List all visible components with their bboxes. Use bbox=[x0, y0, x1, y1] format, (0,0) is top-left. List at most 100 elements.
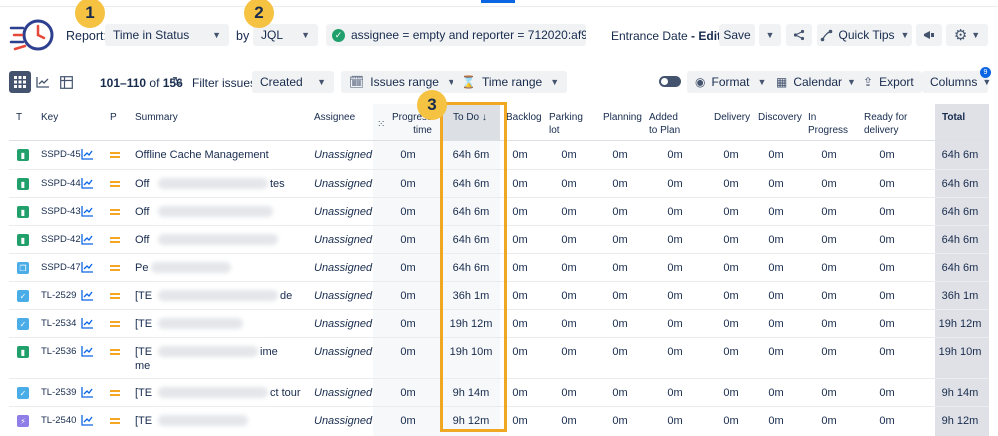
issue-summary[interactable]: [TE bbox=[135, 387, 152, 399]
issue-summary[interactable]: [TE bbox=[135, 415, 152, 427]
col-summary[interactable]: Summary bbox=[135, 111, 178, 124]
col-in-progress[interactable]: In Progress bbox=[808, 111, 848, 137]
story-type-icon: ▮ bbox=[17, 234, 29, 246]
inprogress-time-cell: 0m bbox=[821, 234, 837, 246]
issue-key[interactable]: TL-2539 bbox=[41, 387, 76, 398]
pivot-view-button[interactable] bbox=[55, 71, 77, 93]
chart-view-button[interactable] bbox=[32, 71, 54, 93]
calendar-button[interactable]: ▦ Calendar ▼ bbox=[768, 71, 864, 93]
issue-key[interactable]: TL-2529 bbox=[41, 290, 76, 301]
format-button[interactable]: ◉ Format ▼ bbox=[687, 71, 775, 93]
assignee-cell: Unassigned bbox=[314, 149, 373, 161]
total-time-cell: 19h 12m bbox=[938, 318, 982, 330]
added-time-cell: 0m bbox=[667, 206, 683, 218]
filter-issues-select[interactable]: Created ▼ bbox=[252, 71, 334, 93]
issues-range-button[interactable]: 🗓 Issues range ▼ bbox=[341, 71, 464, 93]
route-icon bbox=[820, 29, 832, 41]
trend-chart-icon[interactable] bbox=[81, 233, 94, 245]
settings-button[interactable]: ⚙ ▼ bbox=[946, 24, 988, 46]
ready-time-cell: 0m bbox=[879, 262, 895, 274]
trend-chart-icon[interactable] bbox=[81, 205, 94, 217]
refresh-icon[interactable]: ↻ bbox=[172, 74, 183, 90]
issue-key[interactable]: SSPD-42 bbox=[41, 234, 81, 245]
trend-chart-icon[interactable] bbox=[81, 289, 94, 301]
planning-time-cell: 0m bbox=[612, 149, 628, 161]
quick-tips-button[interactable]: Quick Tips ▼ bbox=[817, 24, 912, 46]
issue-summary[interactable]: [TE bbox=[135, 346, 152, 358]
inprogress-time-cell: 0m bbox=[821, 415, 837, 427]
quick-tips-label: Quick Tips bbox=[838, 28, 895, 42]
col-ready-for-delivery[interactable]: Ready for delivery bbox=[864, 111, 912, 137]
grid-icon bbox=[14, 76, 26, 88]
ready-time-cell: 0m bbox=[879, 415, 895, 427]
line-chart-icon bbox=[36, 77, 49, 88]
report-select[interactable]: Time in Status ▼ bbox=[105, 24, 229, 46]
issue-key[interactable]: TL-2540 bbox=[41, 415, 76, 426]
added-time-cell: 0m bbox=[667, 290, 683, 302]
save-button[interactable]: Save bbox=[719, 24, 755, 46]
active-tab-indicator bbox=[481, 0, 515, 3]
col-assignee[interactable]: Assignee bbox=[314, 111, 355, 124]
col-planning[interactable]: Planning bbox=[603, 111, 642, 124]
issue-summary[interactable]: Off bbox=[135, 178, 149, 190]
issue-summary-line2: me bbox=[135, 360, 151, 372]
trend-chart-icon[interactable] bbox=[81, 148, 94, 160]
col-discovery[interactable]: Discovery bbox=[758, 111, 802, 124]
progress-time-cell: 0m bbox=[400, 234, 416, 246]
progress-time-cell: 0m bbox=[400, 262, 416, 274]
issue-key[interactable]: SSPD-44 bbox=[41, 178, 81, 189]
share-button[interactable] bbox=[786, 24, 812, 46]
toggle-switch[interactable] bbox=[659, 76, 681, 87]
jql-query-field[interactable]: ✓ assignee = empty and reporter = 712020… bbox=[326, 24, 586, 46]
issue-summary[interactable]: Pe bbox=[135, 262, 148, 274]
planning-time-cell: 0m bbox=[612, 415, 628, 427]
col-added-to-plan[interactable]: Added to Plan bbox=[649, 111, 689, 137]
trend-chart-icon[interactable] bbox=[81, 414, 94, 426]
redacted-text bbox=[158, 178, 268, 189]
announcement-button[interactable] bbox=[916, 24, 942, 46]
by-label: by bbox=[236, 29, 250, 43]
entrance-date-title: Entrance Date - Edited bbox=[611, 29, 735, 43]
time-range-button[interactable]: ⌛ Time range ▼ bbox=[453, 71, 568, 93]
issue-key[interactable]: TL-2534 bbox=[41, 318, 76, 329]
col-priority[interactable]: P bbox=[110, 111, 117, 124]
issue-summary[interactable]: Off bbox=[135, 206, 149, 218]
hourglass-icon: ⌛ bbox=[461, 75, 476, 89]
col-key[interactable]: Key bbox=[41, 111, 58, 124]
trend-chart-icon[interactable] bbox=[81, 386, 94, 398]
issue-summary[interactable]: [TE bbox=[135, 290, 152, 302]
issue-key[interactable]: SSPD-45 bbox=[41, 149, 81, 160]
col-backlog[interactable]: Backlog bbox=[506, 111, 542, 124]
jql-query-text: assignee = empty and reporter = 712020:a… bbox=[351, 28, 586, 42]
trend-chart-icon[interactable] bbox=[81, 261, 94, 273]
assignee-cell: Unassigned bbox=[314, 415, 373, 427]
issue-summary[interactable]: [TE bbox=[135, 318, 152, 330]
col-type[interactable]: T bbox=[16, 111, 22, 124]
col-parking-lot[interactable]: Parking lot bbox=[549, 111, 583, 137]
issue-key[interactable]: SSPD-43 bbox=[41, 206, 81, 217]
trend-chart-icon[interactable] bbox=[81, 345, 94, 357]
drag-handle-icon[interactable]: ⁙ bbox=[377, 119, 385, 130]
ready-time-cell: 0m bbox=[879, 387, 895, 399]
col-total[interactable]: Total bbox=[942, 111, 965, 124]
trend-chart-icon[interactable] bbox=[81, 317, 94, 329]
issue-summary[interactable]: Offline Cache Management bbox=[135, 149, 269, 161]
assignee-cell: Unassigned bbox=[314, 206, 373, 218]
col-delivery[interactable]: Delivery bbox=[714, 111, 750, 124]
issue-key[interactable]: TL-2536 bbox=[41, 346, 76, 357]
trend-chart-icon[interactable] bbox=[81, 177, 94, 189]
export-button[interactable]: ⇪ Export bbox=[855, 71, 922, 93]
table-view-button[interactable] bbox=[9, 71, 31, 93]
assignee-cell: Unassigned bbox=[314, 178, 373, 190]
discovery-time-cell: 0m bbox=[768, 387, 784, 399]
inprogress-time-cell: 0m bbox=[821, 262, 837, 274]
priority-medium-icon bbox=[110, 418, 120, 424]
issue-summary[interactable]: Off bbox=[135, 234, 149, 246]
save-options-button[interactable]: ▼ bbox=[759, 24, 781, 46]
issue-key[interactable]: SSPD-47 bbox=[41, 262, 81, 273]
subtask-type-icon: ❐ bbox=[17, 262, 29, 274]
redacted-text bbox=[158, 318, 243, 329]
columns-button[interactable]: Columns ▼ bbox=[922, 71, 991, 93]
epic-type-icon: ⚡ bbox=[17, 415, 29, 427]
chevron-down-icon: ▼ bbox=[301, 30, 310, 40]
